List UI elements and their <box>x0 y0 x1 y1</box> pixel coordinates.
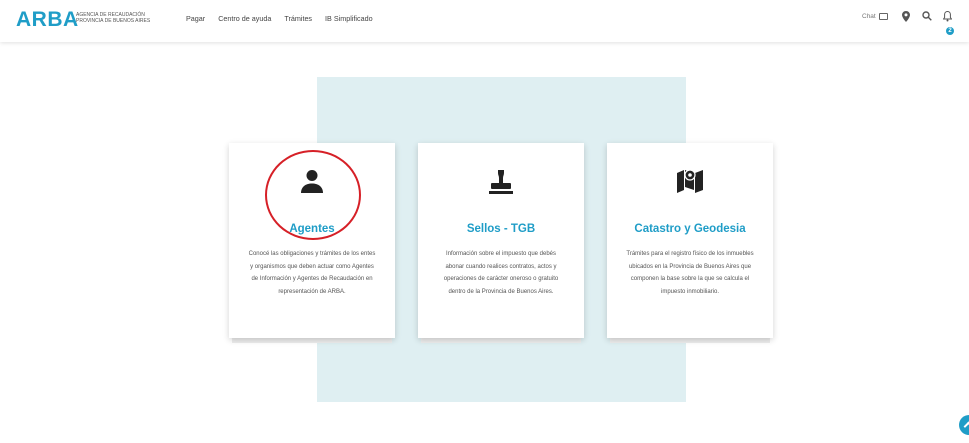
search-icon[interactable] <box>922 11 932 21</box>
logo-subtitle-line-2: PROVINCIA DE BUENOS AIRES <box>76 18 151 24</box>
notifications-badge: 2 <box>946 27 954 35</box>
chat-label: Chat <box>862 13 876 20</box>
card-description: Información sobre el impuesto que debés … <box>443 251 559 295</box>
card-agentes[interactable]: Agentes Conocé las obligaciones y trámit… <box>229 143 395 338</box>
chat-button[interactable]: Chat <box>862 13 888 20</box>
scroll-top-button[interactable] <box>959 415 969 435</box>
site-header: ARBA AGENCIA DE RECAUDACIÓN PROVINCIA DE… <box>0 0 969 42</box>
bell-icon[interactable] <box>943 11 952 22</box>
location-icon[interactable] <box>902 11 910 22</box>
card-description: Conocé las obligaciones y trámites de lo… <box>248 251 376 295</box>
user-icon <box>229 169 395 195</box>
arba-logo[interactable]: ARBA <box>16 8 79 32</box>
nav-centro-de-ayuda[interactable]: Centro de ayuda <box>218 14 271 23</box>
card-title: Catastro y Geodesia <box>634 223 746 235</box>
card-underbar <box>610 338 770 343</box>
stamp-icon <box>418 169 584 195</box>
card-catastro-y-geodesia[interactable]: Catastro y Geodesia Trámites para el reg… <box>607 143 773 338</box>
nav-tramites[interactable]: Trámites <box>284 14 312 23</box>
card-title: Sellos - TGB <box>466 223 536 235</box>
nav-ib-simplificado[interactable]: IB Simplificado <box>325 14 373 23</box>
card-sellos-tgb[interactable]: Sellos - TGB Información sobre el impues… <box>418 143 584 338</box>
main-nav: Pagar Centro de ayuda Trámites IB Simpli… <box>186 14 373 23</box>
card-title: Agentes <box>289 223 335 235</box>
chat-icon <box>878 13 888 20</box>
card-underbar <box>232 338 392 343</box>
logo-subtitle: AGENCIA DE RECAUDACIÓN PROVINCIA DE BUEN… <box>76 12 150 24</box>
nav-pagar[interactable]: Pagar <box>186 14 205 23</box>
map-icon <box>607 169 773 195</box>
card-description: Trámites para el registro físico de los … <box>626 251 754 295</box>
card-underbar <box>421 338 581 343</box>
